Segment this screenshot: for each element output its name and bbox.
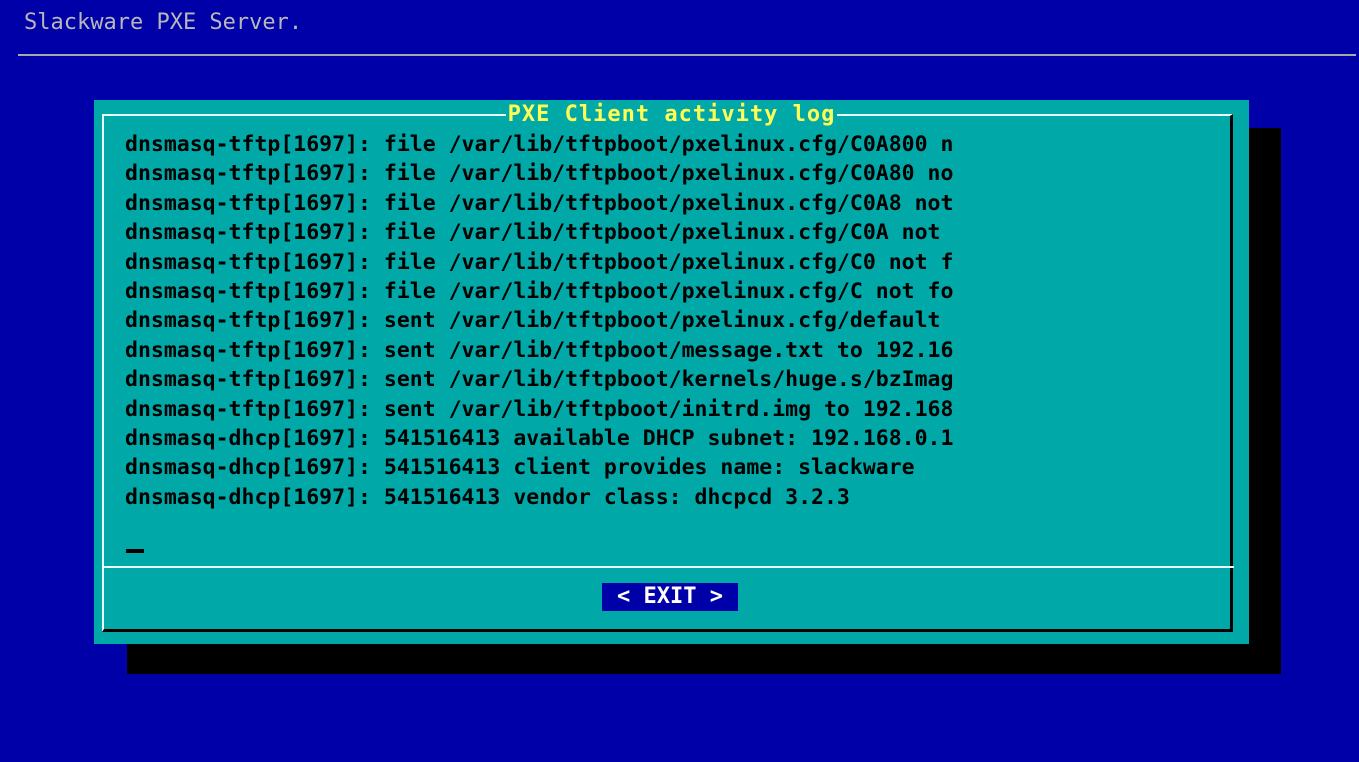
log-line: dnsmasq-tftp[1697]: sent /var/lib/tftpbo… (125, 337, 954, 363)
dialog-title: PXE Client activity log (505, 101, 838, 129)
log-text-area[interactable]: dnsmasq-tftp[1697]: file /var/lib/tftpbo… (125, 130, 1220, 570)
log-line: dnsmasq-tftp[1697]: sent /var/lib/tftpbo… (125, 396, 954, 422)
activity-log-dialog: PXE Client activity log dnsmasq-tftp[169… (94, 100, 1249, 644)
log-line: dnsmasq-tftp[1697]: sent /var/lib/tftpbo… (125, 367, 954, 393)
button-divider (104, 566, 1234, 568)
log-line: dnsmasq-tftp[1697]: file /var/lib/tftpbo… (125, 132, 954, 157)
dialog-title-bar: PXE Client activity log (94, 101, 1249, 129)
exit-button[interactable]: < EXIT > (602, 583, 738, 611)
log-line: dnsmasq-dhcp[1697]: 541516413 available … (125, 425, 954, 451)
log-line: dnsmasq-tftp[1697]: file /var/lib/tftpbo… (125, 161, 954, 187)
log-line: dnsmasq-tftp[1697]: file /var/lib/tftpbo… (125, 249, 954, 275)
screen-title: Slackware PXE Server. (24, 10, 303, 35)
text-cursor (126, 549, 144, 553)
log-line: dnsmasq-tftp[1697]: sent /var/lib/tftpbo… (125, 308, 941, 334)
log-line: dnsmasq-tftp[1697]: file /var/lib/tftpbo… (125, 220, 941, 246)
log-line: dnsmasq-dhcp[1697]: 541516413 client pro… (125, 455, 915, 481)
log-line: dnsmasq-dhcp[1697]: 541516413 vendor cla… (125, 484, 850, 510)
title-divider (18, 54, 1356, 56)
log-line: dnsmasq-tftp[1697]: file /var/lib/tftpbo… (125, 190, 954, 216)
log-line: dnsmasq-tftp[1697]: file /var/lib/tftpbo… (125, 278, 954, 304)
